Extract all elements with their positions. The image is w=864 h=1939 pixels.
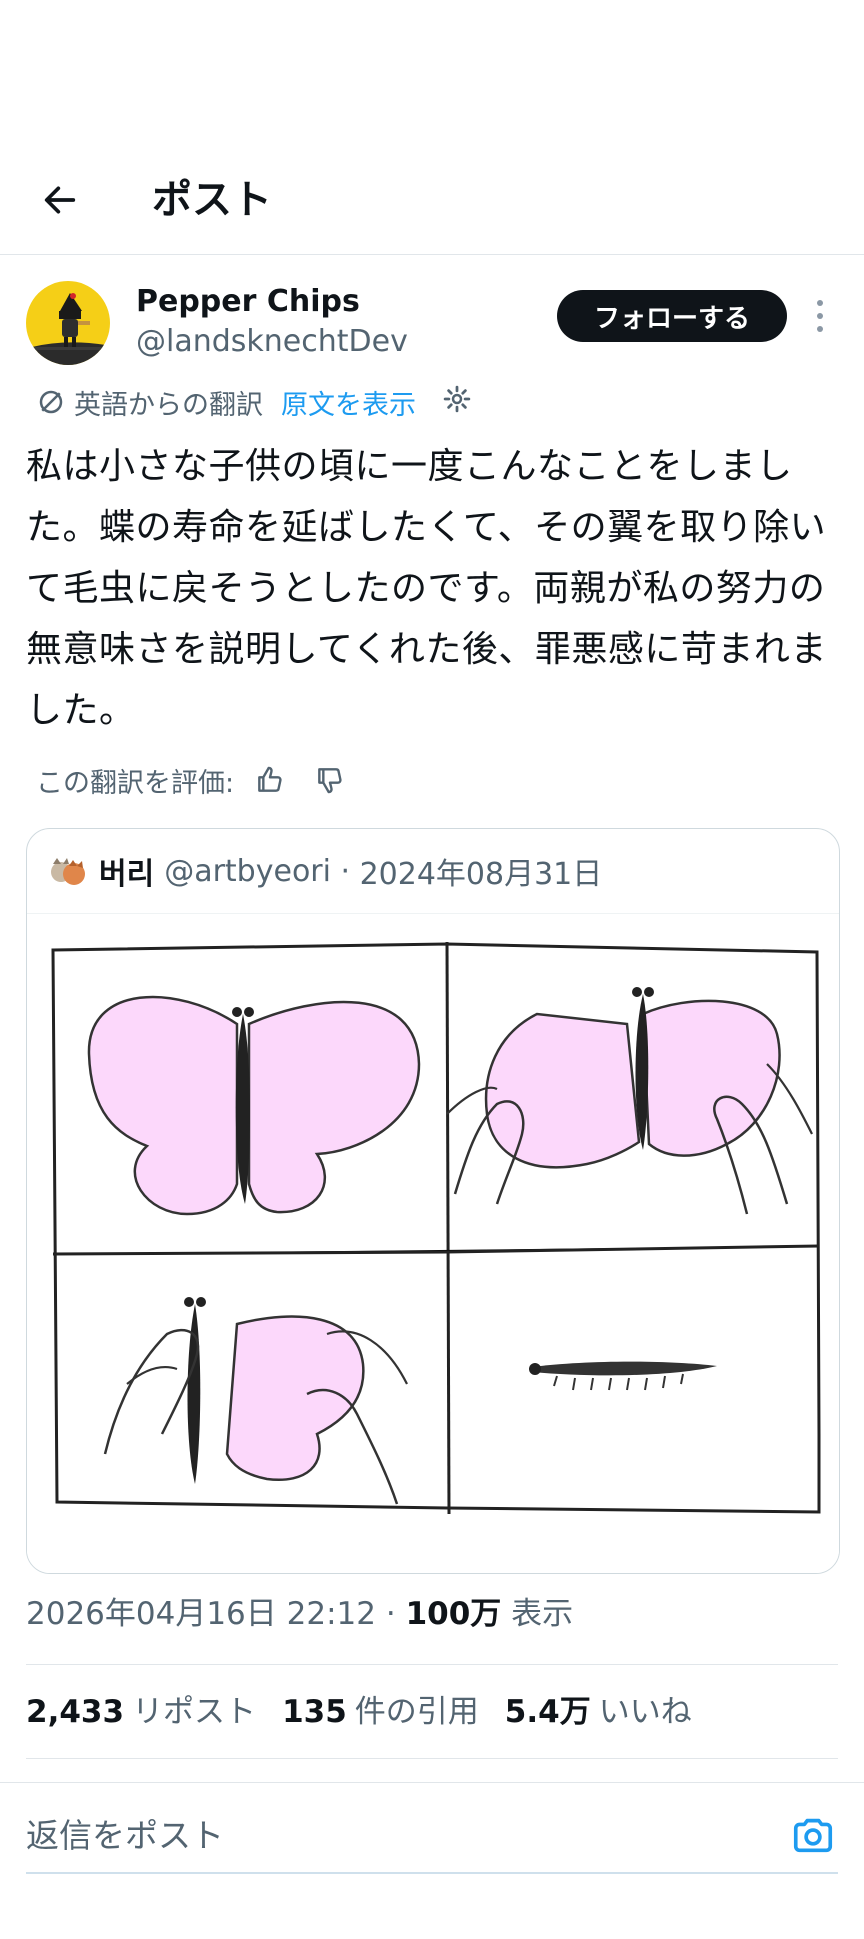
camera-button[interactable] [790, 1812, 836, 1858]
reply-input[interactable]: 返信をポスト [26, 1814, 224, 1858]
translation-bar: 英語からの翻訳 原文を表示 [36, 380, 472, 424]
post-stats: 2,433 リポスト 135 件の引用 5.4万 いいね [26, 1690, 718, 1734]
avatar[interactable] [26, 281, 110, 365]
section-divider [0, 1782, 864, 1783]
likes-stat[interactable]: 5.4万 いいね [505, 1690, 692, 1734]
translation-settings-button[interactable] [442, 384, 472, 421]
quoted-date: 2024年08月31日 [359, 857, 603, 892]
quotes-count: 135 [282, 1694, 347, 1730]
quoted-post-header: 버리 @artbyeori · 2024年08月31日 [47, 849, 602, 893]
rate-translation-label: この翻訳を評価: [36, 767, 235, 799]
quoted-author-name: 버리 [99, 857, 155, 892]
quotes-label: 件の引用 [354, 1694, 479, 1730]
post-text: 私は小さな子供の頃に一度こんなことをしました。蝶の寿命を延ばしたくて、その翼を取… [26, 446, 827, 731]
reposts-count: 2,433 [26, 1694, 125, 1730]
quotes-stat[interactable]: 135 件の引用 [282, 1690, 479, 1734]
likes-count: 5.4万 [504, 1694, 591, 1730]
quoted-image[interactable] [27, 913, 839, 1574]
rate-translation: この翻訳を評価: [36, 758, 346, 802]
translation-source-label: 英語からの翻訳 [74, 389, 263, 421]
back-button[interactable] [36, 176, 84, 224]
more-options-button[interactable] [806, 296, 834, 336]
arrow-left-icon [44, 186, 76, 214]
post-timestamp[interactable]: 2026年04月16日 22:12 [26, 1596, 376, 1632]
translate-icon [39, 390, 63, 414]
thumbs-down-icon [318, 768, 342, 794]
meta-divider [26, 1664, 838, 1665]
views-label: 表示 [511, 1596, 574, 1632]
thumbs-down-button[interactable] [314, 764, 346, 796]
stats-divider [26, 1758, 838, 1759]
views-count: 100万 [405, 1596, 502, 1632]
camera-icon [793, 1818, 833, 1853]
reposts-label: リポスト [132, 1694, 257, 1730]
quoted-author-handle: @artbyeori [164, 853, 331, 889]
thumbs-up-icon [258, 766, 282, 792]
separator: · [385, 1596, 406, 1632]
page-title: ポスト [152, 177, 272, 223]
follow-button[interactable]: フォローする [557, 290, 787, 342]
dot [817, 312, 823, 319]
quoted-post[interactable]: 버리 @artbyeori · 2024年08月31日 [26, 828, 840, 1574]
dot [817, 326, 823, 333]
quoted-avatar[interactable] [47, 850, 89, 892]
likes-label: いいね [598, 1694, 692, 1730]
post-meta: 2026年04月16日 22:12 · 100万 表示 [26, 1592, 573, 1636]
gear-icon [443, 385, 471, 412]
reposts-stat[interactable]: 2,433 リポスト [26, 1690, 256, 1734]
separator: · [330, 853, 360, 889]
header-divider [0, 254, 864, 255]
author-handle[interactable]: @landsknechtDev [136, 322, 408, 362]
dot [817, 299, 823, 306]
author-name[interactable]: Pepper Chips [136, 282, 360, 322]
thumbs-up-button[interactable] [254, 764, 286, 796]
reply-underline [26, 1872, 838, 1874]
show-original-link[interactable]: 原文を表示 [281, 383, 416, 422]
top-bar: ポスト [0, 150, 864, 254]
